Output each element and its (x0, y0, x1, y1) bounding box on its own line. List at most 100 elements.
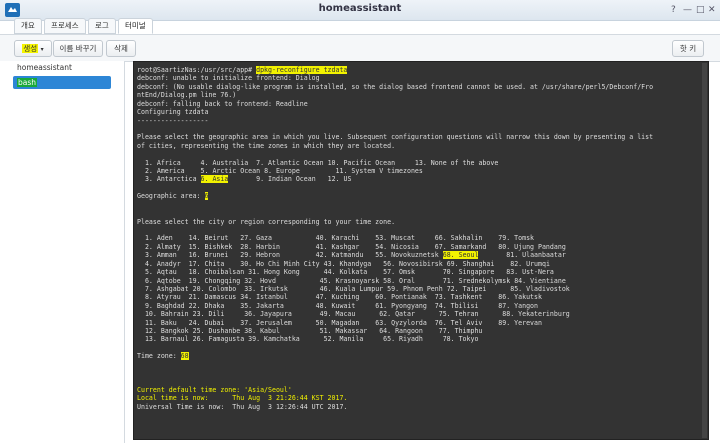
city-option: 7. Ashgabat (144, 284, 193, 293)
city-option: 28. Harbin (240, 242, 316, 251)
tab-log[interactable]: 로그 (88, 18, 116, 34)
city-option: 29. Hebron (240, 251, 316, 260)
chevron-down-icon: ▾ (40, 46, 44, 53)
city-option: 4. Anadyr (144, 259, 189, 268)
city-option (506, 335, 570, 343)
area-option: 8. Europe (264, 167, 336, 176)
city-option: 38. Kabul (244, 327, 320, 336)
tab-processes[interactable]: 프로세스 (44, 18, 86, 34)
city-option: 22. Dhaka (188, 301, 241, 310)
terminal-output[interactable]: root@SaartizNas:/usr/src/app# dpkg-recon… (133, 61, 709, 440)
city-option: 33. Irkutsk (244, 284, 320, 293)
city-option: 86. Yakutsk (498, 293, 562, 302)
city-option: 6. Aqtobe (144, 276, 189, 285)
result-text: Local time is now: Thu Aug 3 21:26:44 KS… (137, 394, 348, 403)
city-row: 10. Bahrain 23. Dili 36. Jayapura 49. Ma… (137, 310, 574, 318)
city-option: 31. Hong Kong (248, 268, 324, 277)
city-option: 49. Macau (319, 310, 380, 319)
area-option: 4. Australia (200, 158, 257, 167)
terminal-line: of cities, representing the time zones i… (137, 142, 395, 150)
result-line: Local time is now: Thu Aug 3 21:26:44 KS… (137, 394, 347, 402)
area-row: 2. America 5. Arctic Ocean 8. Europe 11.… (137, 167, 514, 175)
terminal-line: debconf: falling back to frontend: Readl… (137, 100, 308, 108)
prompt-text: root@SaartizNas:/usr/src/app# (137, 66, 257, 74)
city-option: 60. Pontianak (375, 293, 435, 302)
city-option: 57. Omsk (383, 268, 443, 277)
city-option: 15. Bishkek (188, 242, 241, 251)
area-option: 7. Atlantic Ocean (256, 158, 328, 167)
city-option: 58. Oral (383, 276, 443, 285)
area-option: 11. System V timezones (335, 167, 427, 176)
terminal-line: debconf: (No usable dialog-like program … (137, 83, 653, 91)
city-row: 5. Aqtau 18. Choibalsan 31. Hong Kong 44… (137, 268, 570, 276)
shortcut-button[interactable]: 핫 키 (672, 40, 704, 57)
city-option: 72. Taipei (446, 284, 511, 293)
city-option: 88. Yekaterinburg (502, 310, 574, 319)
log-text: of cities, representing the time zones i… (137, 141, 396, 150)
city-option: 21. Damascus (188, 293, 241, 302)
tab-overview[interactable]: 개요 (14, 18, 42, 34)
city-option: 53. Muscat (375, 234, 435, 243)
city-option: 84. Vientiane (514, 276, 578, 285)
city-option: 41. Kashgar (315, 242, 376, 251)
area-option: 1. Africa (144, 158, 201, 167)
sidebar-item-homeassistant[interactable]: homeassistant (13, 61, 111, 74)
city-option: 43. Khandyga (323, 259, 384, 268)
city-option: 12. Bangkok (144, 327, 193, 336)
city-row: 11. Baku 24. Dubai 37. Jerusalem 50. Mag… (137, 319, 562, 327)
city-option: 73. Tashkent (434, 293, 499, 302)
city-option: 76. Tel Aviv (434, 318, 499, 327)
tz-answer: 68 (180, 352, 189, 361)
area-answer: 6 (204, 192, 209, 201)
city-option: 24. Dubai (188, 318, 241, 327)
city-option: 78. Tokyo (442, 335, 507, 344)
sidebar-item-bash[interactable]: bash (13, 76, 111, 89)
area-option: 2. America (144, 167, 201, 176)
create-button[interactable]: 생성 ▾ (14, 40, 52, 57)
city-option: 81. Ulaanbaatar (506, 251, 570, 260)
area-option: 10. Pacific Ocean (327, 158, 415, 167)
city-option: 23. Dili (192, 310, 245, 319)
area-option: 6. Asia (200, 175, 229, 184)
delete-button[interactable]: 삭제 (106, 40, 136, 57)
city-option: 77. Thimphu (438, 327, 503, 336)
log-text: debconf: falling back to frontend: Readl… (137, 99, 308, 108)
city-option: 69. Shanghai (446, 259, 511, 268)
close-icon[interactable]: ✕ (708, 5, 716, 15)
maximize-icon[interactable]: □ (696, 5, 705, 15)
terminal-scrollbar[interactable] (702, 63, 707, 438)
session-sidebar: homeassistant bash (0, 61, 125, 443)
city-option: 50. Magadan (315, 318, 376, 327)
city-option: 17. Chita (188, 259, 241, 268)
rename-button[interactable]: 이름 바꾸기 (53, 40, 103, 57)
terminal-prompt-line: root@SaartizNas:/usr/src/app# dpkg-recon… (137, 66, 348, 74)
city-row: 4. Anadyr 17. Chita 30. Ho Chi Minh City… (137, 260, 574, 268)
minimize-icon[interactable]: — (683, 5, 692, 15)
log-text: debconf: unable to initialize frontend: … (137, 74, 320, 83)
tz-prompt: Time zone: (137, 352, 181, 361)
city-option: 62. Qatar (379, 310, 439, 319)
area-prompt-line: Geographic area: 6 (137, 192, 209, 201)
tab-terminal[interactable]: 터미널 (118, 18, 153, 34)
city-option: 30. Ho Chi Minh City (240, 259, 324, 268)
city-option: 63. Qyzylorda (375, 318, 435, 327)
city-row: 2. Almaty 15. Bishkek 28. Harbin 41. Kas… (137, 243, 570, 251)
city-option: 68. Seoul (442, 251, 479, 260)
help-icon[interactable]: ? (671, 5, 676, 15)
city-row: 7. Ashgabat 20. Colombo 33. Irkutsk 46. … (137, 285, 574, 293)
city-option: 74. Tbilisi (434, 301, 499, 310)
